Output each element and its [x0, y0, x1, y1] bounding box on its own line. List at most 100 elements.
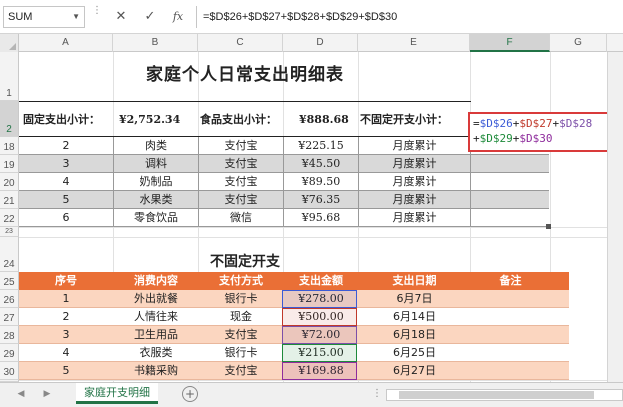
- cell-pay: 支付宝: [224, 175, 258, 188]
- row-header[interactable]: 18: [0, 137, 19, 155]
- formula-equals: =: [473, 117, 480, 130]
- cell-item: 水果类: [139, 193, 173, 206]
- scroll-thumb[interactable]: [399, 391, 594, 399]
- cell-pay: 支付宝: [224, 328, 258, 341]
- cell-no: 4: [62, 175, 70, 188]
- cell-amount: ¥89.50: [301, 175, 341, 188]
- cell-amount: ¥45.50: [301, 157, 341, 170]
- variable-expense-label: 不固定开支小计：: [360, 113, 448, 126]
- row-header[interactable]: 20: [0, 173, 19, 191]
- row-header[interactable]: 26: [0, 290, 19, 308]
- row-header[interactable]: 27: [0, 308, 19, 326]
- cell-formula-editor[interactable]: =$D$26+$D$27+$D$28 +$D$29+$D$30: [468, 112, 623, 152]
- ref-d28: $D$28: [559, 117, 593, 130]
- cell-amount: ¥76.35: [301, 193, 341, 206]
- summary-row: 固定支出小计： ¥2,752.34 食品支出小计： ¥888.68 不固定开支小…: [19, 101, 471, 137]
- row-header[interactable]: 30: [0, 362, 19, 380]
- row-header[interactable]: 23: [0, 227, 19, 237]
- horizontal-scrollbar[interactable]: [386, 389, 623, 401]
- food-expense-label: 食品支出小计：: [200, 113, 277, 126]
- vertical-scrollbar[interactable]: [607, 52, 623, 382]
- cell-no: 1: [62, 292, 70, 305]
- row-header[interactable]: 24: [0, 237, 19, 272]
- cell-pay: 微信: [230, 211, 252, 224]
- cell-item: 奶制品: [139, 175, 173, 188]
- cell-item: 调料: [145, 157, 167, 170]
- next-sheet-icon[interactable]: ▶: [40, 387, 54, 401]
- ref-highlight-d29: [282, 344, 357, 362]
- cell-pay: 支付宝: [224, 193, 258, 206]
- cell-no: 5: [62, 193, 70, 206]
- column-header-g[interactable]: G: [550, 34, 607, 52]
- cell-item: 外出就餐: [134, 292, 178, 305]
- row-header[interactable]: 22: [0, 209, 19, 227]
- select-all-corner[interactable]: [0, 34, 19, 52]
- formula-plus: +: [473, 132, 480, 145]
- ref-highlight-d27: [282, 308, 357, 326]
- ref-highlight-d28: [282, 326, 357, 344]
- sheet-tab-bar: ◀ ▶ 家庭开支明细 + ⋮: [0, 382, 623, 407]
- food-expense-value: ¥888.68: [299, 113, 349, 126]
- cell-no: 4: [62, 346, 70, 359]
- column-header-a[interactable]: A: [19, 34, 113, 52]
- cell-no: 5: [62, 364, 70, 377]
- header-no: 序号: [55, 274, 77, 287]
- splitter-icon[interactable]: ⋮: [372, 388, 382, 399]
- row-header[interactable]: 25: [0, 272, 19, 290]
- sheet-cells[interactable]: 家庭个人日常支出明细表 固定支出小计： ¥2,752.34 食品支出小计： ¥8…: [19, 52, 623, 382]
- cell-amount: ¥95.68: [301, 211, 341, 224]
- cell-date: 月度累计: [392, 193, 437, 206]
- cell-date: 月度累计: [392, 139, 437, 152]
- fixed-expense-label: 固定支出小计：: [23, 113, 100, 126]
- cell-date: 6月27日: [393, 364, 436, 377]
- column-header-f[interactable]: F: [470, 34, 550, 52]
- row-header[interactable]: 1: [0, 52, 19, 101]
- row-header[interactable]: 28: [0, 326, 19, 344]
- cell-no: 3: [62, 157, 70, 170]
- row-header[interactable]: 29: [0, 344, 19, 362]
- table-row[interactable]: 6 零食饮品 微信 ¥95.68 月度累计: [19, 209, 549, 227]
- column-header-d[interactable]: D: [283, 34, 358, 52]
- section-title: 不固定开支: [210, 254, 280, 270]
- ref-highlight-d26: [282, 290, 357, 308]
- gridline: [19, 380, 623, 381]
- header-amount: 支出金额: [299, 274, 343, 287]
- cell-no: 2: [62, 139, 70, 152]
- cancel-icon[interactable]: ✕: [111, 7, 131, 27]
- cell-item: 书籍采购: [134, 364, 178, 377]
- cell-no: 2: [62, 310, 70, 323]
- table-row[interactable]: 3 调料 支付宝 ¥45.50 月度累计: [19, 155, 549, 173]
- cell-date: 月度累计: [392, 175, 437, 188]
- column-header-b[interactable]: B: [113, 34, 198, 52]
- ref-d27: $D$27: [519, 117, 553, 130]
- chevron-down-icon[interactable]: ▼: [72, 7, 80, 27]
- row-header[interactable]: 21: [0, 191, 19, 209]
- drag-handle-icon[interactable]: ⋮: [92, 6, 102, 16]
- header-pay: 支付方式: [219, 274, 263, 287]
- column-header-c[interactable]: C: [198, 34, 283, 52]
- table-header-row: 序号 消费内容 支付方式 支出金额 支出日期 备注: [19, 272, 569, 290]
- row-header[interactable]: 2: [0, 101, 19, 137]
- add-sheet-button[interactable]: +: [182, 386, 198, 402]
- formula-input[interactable]: =$D$26+$D$27+$D$28+$D$29+$D$30: [196, 6, 620, 28]
- table-row[interactable]: 4 奶制品 支付宝 ¥89.50 月度累计: [19, 173, 549, 191]
- table-row[interactable]: 5 水果类 支付宝 ¥76.35 月度累计: [19, 191, 549, 209]
- cell-pay: 支付宝: [224, 364, 258, 377]
- cell-date: 月度累计: [392, 211, 437, 224]
- name-box[interactable]: SUM ▼: [3, 6, 85, 28]
- header-item: 消费内容: [134, 274, 178, 287]
- formula-bar: SUM ▼ ⋮ ✕ ✓ fx =$D$26+$D$27+$D$28+$D$29+…: [0, 0, 623, 34]
- ref-highlight-d30: [282, 362, 357, 380]
- enter-icon[interactable]: ✓: [140, 7, 160, 27]
- prev-sheet-icon[interactable]: ◀: [14, 387, 28, 401]
- sheet-tab-active[interactable]: 家庭开支明细: [76, 383, 158, 404]
- cell-item: 零食饮品: [134, 211, 178, 224]
- ref-d29: $D$29: [479, 132, 513, 145]
- header-note: 备注: [499, 274, 522, 287]
- column-header-e[interactable]: E: [358, 34, 470, 52]
- gridline: [19, 227, 623, 228]
- fx-icon[interactable]: fx: [168, 7, 188, 27]
- cell-item: 人情往来: [134, 310, 178, 323]
- row-header[interactable]: 19: [0, 155, 19, 173]
- cell-item: 卫生用品: [134, 328, 178, 341]
